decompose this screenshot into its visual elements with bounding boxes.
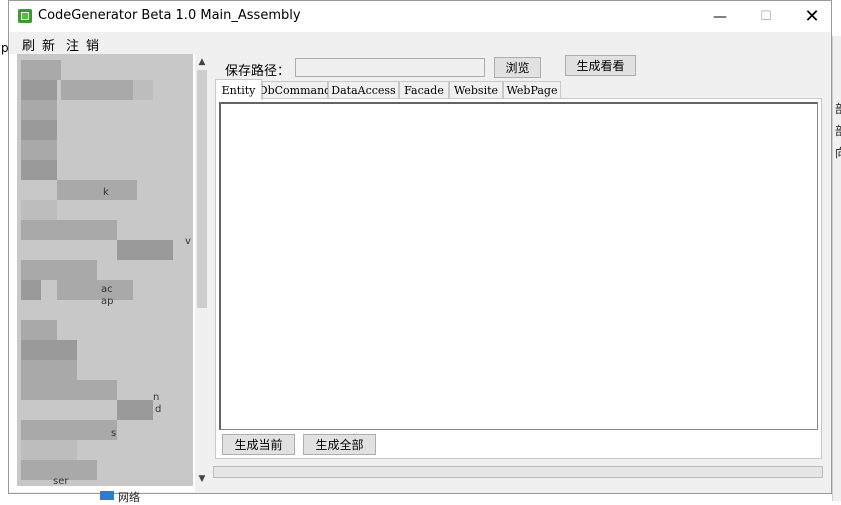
tab-dbcommand[interactable]: DbCommand [259, 81, 331, 99]
tab-facade[interactable]: Facade [399, 81, 449, 99]
menu-bar: 刷 新 注 销 [9, 32, 831, 54]
generate-current-button[interactable]: 生成当前 [222, 434, 295, 455]
tab-entity[interactable]: Entity [215, 79, 262, 100]
main-window: CodeGenerator Beta 1.0 Main_Assembly — ☐… [8, 0, 832, 494]
background-right-char: 部 [835, 100, 841, 117]
tree-fragment: ac [101, 284, 113, 295]
menu-item-logout-1[interactable]: 注 [66, 35, 79, 54]
generate-all-button[interactable]: 生成全部 [303, 434, 376, 455]
menu-item-logout-2[interactable]: 销 [86, 35, 99, 54]
scroll-down-icon[interactable]: ▼ [196, 474, 208, 484]
tab-website[interactable]: Website [449, 81, 503, 99]
network-label: 网络 [118, 491, 140, 504]
scrollbar-thumb[interactable] [197, 70, 207, 308]
menu-item-refresh-2[interactable]: 新 [42, 35, 55, 54]
background-right-strip: 部 部 向 [832, 36, 841, 501]
tree-fragment: d [155, 404, 162, 415]
save-path-input[interactable] [295, 58, 485, 77]
app-icon [18, 9, 32, 23]
code-editor[interactable] [219, 102, 818, 430]
assembly-tree[interactable]: k v ac ap n d s ser ▲ ▼ [9, 54, 209, 492]
window-title: CodeGenerator Beta 1.0 Main_Assembly [38, 8, 301, 23]
tree-fragment: ap [101, 296, 114, 307]
background-right-char: 向 [835, 144, 841, 161]
generation-progress-bar [213, 466, 823, 478]
maximize-button[interactable]: ☐ [743, 1, 789, 32]
scroll-up-icon[interactable]: ▲ [196, 57, 208, 67]
menu-item-refresh-1[interactable]: 刷 [22, 35, 35, 54]
tab-dataaccess[interactable]: DataAccess [328, 81, 399, 99]
tree-fragment: ser [53, 476, 69, 487]
tree-scrollbar[interactable]: ▲ ▼ [195, 54, 209, 492]
tree-fragment: v [185, 236, 191, 247]
obscured-tree-content: k v ac ap n d s ser [17, 54, 193, 487]
preview-generate-button[interactable]: 生成看看 [565, 55, 636, 76]
browse-button[interactable]: 浏览 [494, 57, 541, 78]
tab-webpage[interactable]: WebPage [503, 81, 561, 99]
background-left-strip: p [0, 36, 9, 501]
tree-fragment: k [103, 187, 109, 198]
title-bar[interactable]: CodeGenerator Beta 1.0 Main_Assembly — ☐… [9, 1, 831, 32]
network-icon [100, 491, 114, 500]
tree-fragment: s [111, 428, 117, 439]
background-right-char: 部 [835, 122, 841, 139]
save-path-label: 保存路径： [225, 64, 291, 79]
tab-page-entity: 生成当前 生成全部 [215, 98, 822, 459]
close-button[interactable]: ✕ [789, 1, 835, 32]
tree-fragment: n [153, 392, 160, 403]
minimize-button[interactable]: — [697, 1, 743, 32]
